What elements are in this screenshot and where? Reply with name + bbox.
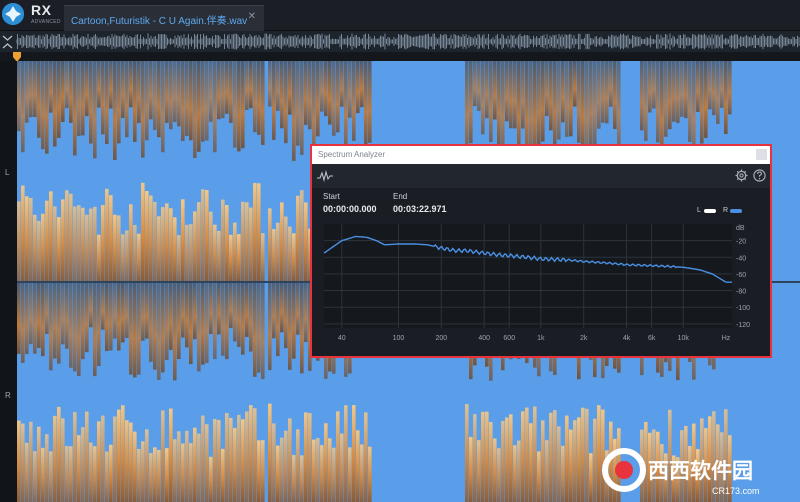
settings-gear-icon[interactable] (735, 169, 748, 182)
app-logo-text: RX (31, 2, 52, 18)
rx-logo-icon (2, 3, 24, 25)
collapse-icon[interactable] (2, 35, 13, 49)
y-tick-label: -60 (736, 272, 746, 279)
spectrum-analyzer-toolbar (312, 164, 770, 188)
x-tick-label: 400 (478, 335, 490, 342)
channel-left-label: L (5, 168, 10, 177)
x-tick-label: 1k (537, 335, 545, 342)
file-tab[interactable]: Cartoon,Futuristik - C U Again.伴奏.wav ✕ (64, 5, 264, 31)
spectrum-plot[interactable]: 40 100 200 400 600 1k 2k 4k 6k 10k Hz dB -20 -40 -60 -8… (322, 220, 762, 344)
legend-left-swatch[interactable] (704, 209, 716, 213)
waveform-icon[interactable] (317, 170, 333, 182)
title-bar: RX ADVANCED Cartoon,Futuristik - C U Aga… (0, 0, 800, 31)
x-tick-label: 4k (623, 335, 631, 342)
start-label: Start (323, 192, 340, 201)
legend-right-label: R (723, 207, 729, 214)
spectrum-analyzer-titlebar[interactable]: Spectrum Analyzer (312, 146, 770, 164)
legend-right-swatch[interactable] (730, 209, 742, 213)
site-watermark: 西西软件园 CR173.com (602, 448, 760, 496)
spectrum-analyzer-title: Spectrum Analyzer (318, 150, 386, 159)
x-unit-label: Hz (722, 335, 731, 342)
end-time-value: 00:03:22.971 (393, 204, 447, 214)
watermark-text: 西西软件园 (648, 459, 753, 483)
y-tick-label: -80 (736, 289, 746, 296)
x-tick-label: 600 (503, 335, 515, 342)
x-tick-label: 100 (393, 335, 405, 342)
y-tick-label: -120 (736, 322, 750, 329)
x-tick-label: 40 (338, 335, 346, 342)
y-tick-label: -20 (736, 239, 746, 246)
legend-left-label: L (697, 207, 701, 214)
x-tick-label: 200 (435, 335, 447, 342)
help-icon[interactable] (753, 169, 766, 182)
end-label: End (393, 192, 408, 201)
overview-waveform (16, 32, 800, 51)
close-tab-icon[interactable]: ✕ (248, 11, 256, 22)
watermark-subtext: CR173.com (712, 486, 760, 496)
x-tick-label: 2k (580, 335, 588, 342)
spectrum-analyzer-window: Spectrum Analyzer Start 00:00:00.000 End… (310, 144, 772, 358)
x-tick-label: 6k (648, 335, 656, 342)
file-tab-title: Cartoon,Futuristik - C U Again.伴奏.wav (71, 16, 248, 27)
waveform-overview[interactable] (0, 31, 800, 52)
timeline-ruler[interactable] (0, 52, 800, 61)
y-tick-label: -40 (736, 255, 746, 262)
window-close-button[interactable] (756, 149, 767, 160)
channel-gutter: L R (0, 61, 17, 502)
app-edition-label: ADVANCED (31, 19, 61, 25)
channel-right-label: R (5, 391, 11, 400)
y-tick-label: -100 (736, 305, 750, 312)
start-time-value: 00:00:00.000 (323, 204, 377, 214)
y-unit-label: dB (736, 225, 745, 232)
x-tick-label: 10k (678, 335, 690, 342)
